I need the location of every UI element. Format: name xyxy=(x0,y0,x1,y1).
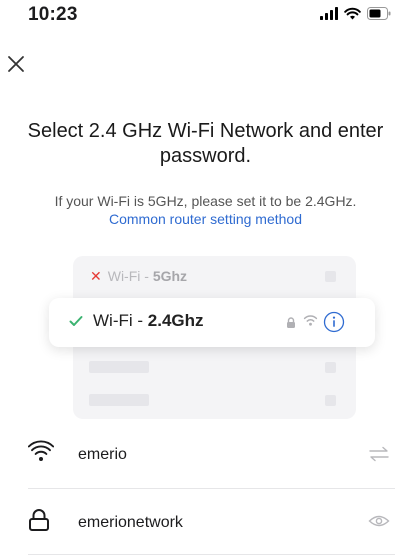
router-setting-link[interactable]: Common router setting method xyxy=(20,210,391,228)
divider xyxy=(28,488,395,489)
band-hint-text: If your Wi-Fi is 5GHz, please set it to … xyxy=(54,193,357,209)
status-icons xyxy=(320,7,391,20)
wifi-password-field[interactable]: emerionetwork xyxy=(28,500,390,548)
battery-icon xyxy=(367,7,391,20)
switch-network-icon[interactable] xyxy=(368,445,390,468)
wifi-24ghz-label: Wi-Fi - 2.4Ghz xyxy=(93,311,204,331)
wifi-24ghz-prefix: Wi-Fi - xyxy=(93,311,148,330)
close-button[interactable] xyxy=(4,52,28,76)
wifi-name-field[interactable]: emerio xyxy=(27,432,390,480)
wifi-5ghz-example: ✕ Wi-Fi - 5Ghz xyxy=(90,268,187,285)
placeholder-bar xyxy=(89,394,149,406)
wifi-5ghz-band: 5Ghz xyxy=(152,268,188,284)
close-icon xyxy=(4,56,28,80)
placeholder-box xyxy=(325,395,336,406)
lock-icon xyxy=(28,508,50,537)
wifi-name-value: emerio xyxy=(78,446,127,463)
divider xyxy=(28,554,395,555)
check-icon xyxy=(69,314,83,332)
placeholder-box xyxy=(325,271,336,282)
wifi-icon xyxy=(27,440,55,469)
status-time: 10:23 xyxy=(28,4,78,25)
placeholder-box xyxy=(325,362,336,373)
wifi-24ghz-example-card: Wi-Fi - 2.4Ghz xyxy=(49,298,375,347)
page-title: Select 2.4 GHz Wi-Fi Network and enter p… xyxy=(27,120,384,167)
wifi-setup-screen: 10:23 Select 2.4 GHz Wi-Fi Network and e… xyxy=(0,0,411,558)
eye-icon[interactable] xyxy=(368,513,390,534)
signal-icon xyxy=(320,7,338,20)
placeholder-bar xyxy=(89,361,149,373)
info-icon[interactable] xyxy=(323,311,345,338)
cross-icon: ✕ xyxy=(90,268,102,284)
wifi-password-value: emerionetwork xyxy=(78,514,183,531)
lock-small-icon xyxy=(286,316,296,334)
wifi-5ghz-prefix: Wi-Fi - xyxy=(107,268,153,284)
status-bar: 10:23 xyxy=(0,0,411,36)
wifi-signal-small-icon xyxy=(303,313,318,331)
wifi-24ghz-band: 2.4Ghz xyxy=(147,311,204,330)
wifi-icon xyxy=(344,7,361,20)
